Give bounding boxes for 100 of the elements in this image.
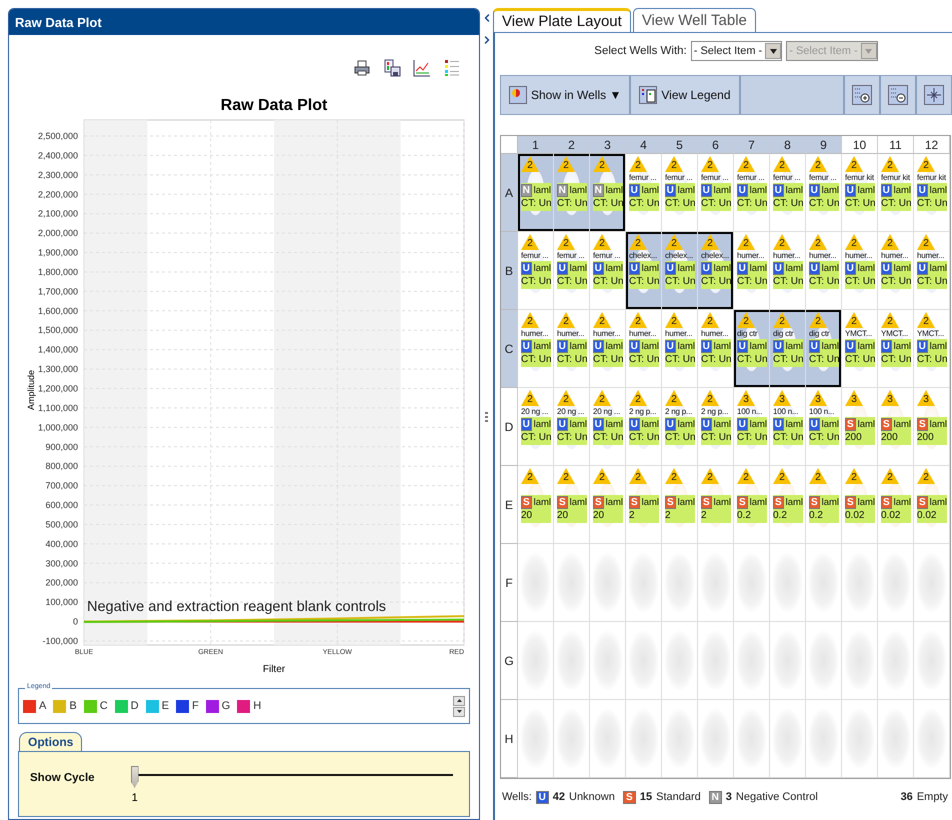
plate-well[interactable]: 2 N laml CT: Un	[554, 154, 590, 232]
print-icon[interactable]	[353, 58, 371, 76]
plate-well[interactable]: 2 humer... U laml CT: Un	[626, 310, 662, 388]
row-header[interactable]: B	[501, 232, 518, 310]
plate-well[interactable]: 2 2 ng p... U laml CT: Un	[662, 388, 698, 466]
plate-well[interactable]: 2 S laml 0.02	[914, 466, 950, 544]
plate-well[interactable]: 2 femur ... U laml CT: Un	[806, 154, 842, 232]
plate-well[interactable]: 2 20 ng ... U laml CT: Un	[590, 388, 626, 466]
plate-well[interactable]: 3 100 n... U laml CT: Un	[770, 388, 806, 466]
plate-well[interactable]: 2 femur ... U laml CT: Un	[698, 154, 734, 232]
tab[interactable]: View Plate Layout	[493, 8, 631, 32]
plate-well[interactable]: 2 femur kit U laml CT: Un	[914, 154, 950, 232]
toolbar-button[interactable]: View Legend	[631, 76, 741, 114]
plate-well[interactable]: 3 S laml 200	[878, 388, 914, 466]
plate-well[interactable]: 2 humer... U laml CT: Un	[518, 310, 554, 388]
plate-well[interactable]: 3 S laml 200	[842, 388, 878, 466]
row-header[interactable]: D	[501, 388, 518, 466]
plate-well[interactable]: 2 humer... U laml CT: Un	[698, 310, 734, 388]
plate-well[interactable]: 2 chelex... U laml CT: Un	[626, 232, 662, 310]
toolbar-icon-button[interactable]	[879, 76, 915, 114]
plate-well[interactable]: 2 S laml 20	[590, 466, 626, 544]
select-dropdown[interactable]: - Select Item -	[690, 41, 782, 61]
plate-well[interactable]: 2 dig ctr U laml CT: Un	[770, 310, 806, 388]
plate-well[interactable]: 2 humer... U laml CT: Un	[554, 310, 590, 388]
plate-well[interactable]: 2 humer... U laml CT: Un	[734, 232, 770, 310]
scroll-up-button[interactable]	[453, 696, 465, 706]
plate-well[interactable]: 2 dig ctr U laml CT: Un	[734, 310, 770, 388]
column-header[interactable]: 6	[698, 136, 734, 154]
options-tab[interactable]: Options	[19, 732, 82, 751]
row-header[interactable]: G	[501, 622, 518, 700]
toolbar-icon-button[interactable]	[843, 76, 879, 114]
plate-well[interactable]: 2 2 ng p... U laml CT: Un	[626, 388, 662, 466]
plate-well[interactable]: 2 humer... U laml CT: Un	[914, 232, 950, 310]
plate-well[interactable]: 2 femur ... U laml CT: Un	[662, 154, 698, 232]
plate-well[interactable]: 2 femur ... U laml CT: Un	[518, 232, 554, 310]
column-header[interactable]: 3	[590, 136, 626, 154]
plate-well[interactable]: 2 femur ... U laml CT: Un	[626, 154, 662, 232]
plate-well[interactable]: 2 S laml 0.02	[878, 466, 914, 544]
plate-well[interactable]: 2 S laml 20	[554, 466, 590, 544]
chart-edit-icon[interactable]	[413, 58, 431, 76]
column-header[interactable]: 1	[518, 136, 554, 154]
plate-well[interactable]: 2 femur kit U laml CT: Un	[842, 154, 878, 232]
plate-well[interactable]: 2 chelex... U laml CT: Un	[662, 232, 698, 310]
plate-well[interactable]: 2 N laml CT: Un	[590, 154, 626, 232]
plate-well[interactable]: 2 humer... U laml CT: Un	[878, 232, 914, 310]
plate-well[interactable]: 2 femur ... U laml CT: Un	[770, 154, 806, 232]
plate-well[interactable]: 2 humer... U laml CT: Un	[842, 232, 878, 310]
column-header[interactable]: 9	[806, 136, 842, 154]
plate-well[interactable]: 2 S laml 2	[626, 466, 662, 544]
plate-well[interactable]: 3 S laml 200	[914, 388, 950, 466]
column-header[interactable]: 7	[734, 136, 770, 154]
plate-well[interactable]: 2 N laml CT: Un	[518, 154, 554, 232]
column-header[interactable]: 10	[842, 136, 878, 154]
tab[interactable]: View Well Table	[632, 8, 756, 32]
column-header[interactable]: 2	[554, 136, 590, 154]
plate-well[interactable]: 2 20 ng ... U laml CT: Un	[518, 388, 554, 466]
row-header[interactable]: C	[501, 310, 518, 388]
plate-well[interactable]: 2 chelex... U laml CT: Un	[698, 232, 734, 310]
plate-well[interactable]: 2 S laml 2	[662, 466, 698, 544]
plate-well[interactable]: 2 humer... U laml CT: Un	[590, 310, 626, 388]
plate-well[interactable]: 2 YMCT... U laml CT: Un	[914, 310, 950, 388]
slider-thumb[interactable]	[130, 766, 139, 788]
plate-well[interactable]: 2 humer... U laml CT: Un	[662, 310, 698, 388]
column-header[interactable]: 8	[770, 136, 806, 154]
plate-well[interactable]: 2 humer... U laml CT: Un	[770, 232, 806, 310]
plate-well[interactable]: 2 20 ng ... U laml CT: Un	[554, 388, 590, 466]
plate-well[interactable]: 2 femur ... U laml CT: Un	[554, 232, 590, 310]
plate-well[interactable]: 3 100 n... U laml CT: Un	[734, 388, 770, 466]
plate-well[interactable]: 2 S laml 0.2	[806, 466, 842, 544]
plate-well[interactable]: 2 2 ng p... U laml CT: Un	[698, 388, 734, 466]
scroll-down-button[interactable]	[453, 706, 465, 716]
replicate-marker: 3	[917, 390, 935, 406]
legend-list-icon[interactable]	[443, 58, 461, 76]
plate-well[interactable]: 2 femur kit U laml CT: Un	[878, 154, 914, 232]
row-header[interactable]: E	[501, 466, 518, 544]
plate-well[interactable]: 2 dig ctr U laml CT: Un	[806, 310, 842, 388]
row-header[interactable]: F	[501, 544, 518, 622]
plate-well[interactable]: 2 S laml 2	[698, 466, 734, 544]
column-header[interactable]: 11	[878, 136, 914, 154]
column-header[interactable]: 5	[662, 136, 698, 154]
plate-well[interactable]: 2 YMCT... U laml CT: Un	[878, 310, 914, 388]
plate-well[interactable]: 3 100 n... U laml CT: Un	[806, 388, 842, 466]
plate-well[interactable]: 2 femur ... U laml CT: Un	[590, 232, 626, 310]
plate-well[interactable]: 2 S laml 0.02	[842, 466, 878, 544]
replicate-marker: 2	[557, 390, 575, 406]
row-header[interactable]: H	[501, 700, 518, 778]
plate-well[interactable]: 2 YMCT... U laml CT: Un	[842, 310, 878, 388]
toolbar-icon-button[interactable]	[915, 76, 951, 114]
plate-well[interactable]: 2 femur ... U laml CT: Un	[734, 154, 770, 232]
plate-well[interactable]: 2 S laml 0.2	[770, 466, 806, 544]
plate-well[interactable]: 2 S laml 0.2	[734, 466, 770, 544]
column-header[interactable]: 12	[914, 136, 950, 154]
toolbar-button[interactable]: Show in Wells ▼	[501, 76, 632, 114]
plate-well[interactable]: 2 S laml 20	[518, 466, 554, 544]
replicate-marker: 2	[521, 234, 539, 250]
plate-well[interactable]: 2 humer... U laml CT: Un	[806, 232, 842, 310]
save-icon[interactable]	[383, 58, 401, 76]
column-header[interactable]: 4	[626, 136, 662, 154]
splitter-grip[interactable]	[485, 412, 488, 424]
row-header[interactable]: A	[501, 154, 518, 232]
